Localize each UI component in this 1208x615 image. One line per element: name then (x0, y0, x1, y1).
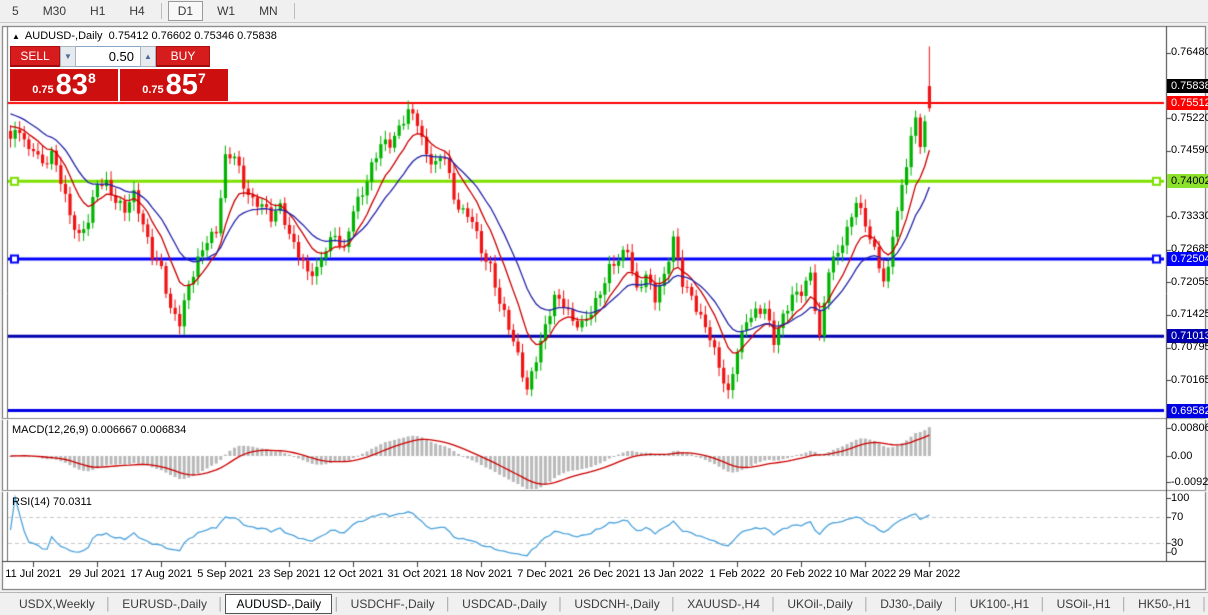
price-axis-label-0.72055: 0.72055 (1171, 276, 1207, 289)
chart-tab-dj30-daily[interactable]: DJ30-,Daily (871, 595, 951, 613)
date-axis-label: 17 Aug 2021 (130, 568, 192, 580)
chart-tab-xauusd-h4[interactable]: XAUUSD-,H4 (678, 595, 769, 613)
toolbar-separator (161, 3, 162, 19)
chart-tab-ukoil-daily[interactable]: UKOil-,Daily (778, 595, 861, 613)
price-axis-label-0.73330: 0.73330 (1171, 210, 1207, 223)
price-axis-label-0.75838: 0.75838 (1167, 79, 1208, 93)
date-axis-label: 7 Dec 2021 (517, 568, 573, 580)
timeframe-button-h4[interactable]: H4 (119, 1, 154, 21)
chart-tab-hk50-h1[interactable]: HK50-,H1 (1129, 595, 1200, 613)
date-axis-label: 23 Sep 2021 (258, 568, 320, 580)
collapse-triangle-icon[interactable]: ▲ (12, 32, 20, 41)
sell-quote-big-digits: 83 (56, 71, 88, 100)
tab-divider: │ (952, 597, 960, 611)
sell-quote-pip-digit: 8 (88, 70, 96, 86)
price-axis-label-0.76480: 0.76480 (1171, 46, 1207, 59)
date-axis-label: 13 Jan 2022 (643, 568, 704, 580)
rsi-axis-label-100: 100 (1171, 492, 1189, 504)
toolbar-separator (294, 3, 295, 19)
sell-quote[interactable]: 0.75 83 8 (10, 69, 118, 101)
volume-input[interactable] (76, 46, 140, 67)
rsi-axis-label-70: 70 (1171, 511, 1183, 523)
date-axis-label: 29 Jul 2021 (69, 568, 126, 580)
chart-tab-usdcad-daily[interactable]: USDCAD-,Daily (453, 595, 556, 613)
tab-divider: │ (1121, 597, 1129, 611)
chart-tab-audusd-daily[interactable]: AUDUSD-,Daily (225, 594, 332, 614)
timeframe-button-mn[interactable]: MN (249, 1, 288, 21)
tab-divider: │ (670, 597, 678, 611)
tab-divider: │ (1201, 597, 1208, 611)
macd-panel-title: MACD(12,26,9) 0.006667 0.006834 (12, 424, 186, 436)
timeframe-button-d1[interactable]: D1 (168, 1, 203, 21)
buy-quote[interactable]: 0.75 85 7 (120, 69, 228, 101)
sell-quote-prefix: 0.75 (32, 84, 53, 96)
date-axis-label: 18 Nov 2021 (450, 568, 512, 580)
price-axis-label-0.74590: 0.74590 (1171, 144, 1207, 157)
price-axis-label-0.70795: 0.70795 (1171, 341, 1207, 354)
timeframe-button-h1[interactable]: H1 (80, 1, 115, 21)
tab-divider: │ (557, 597, 565, 611)
buy-quote-pip-digit: 7 (198, 70, 206, 86)
date-axis-label: 20 Feb 2022 (770, 568, 832, 580)
price-axis-label-0.75512: 0.75512 (1167, 96, 1208, 110)
date-axis-label: 29 Mar 2022 (898, 568, 960, 580)
macd-axis-label--0.00928: -0.00928 (1171, 476, 1208, 488)
timeframe-button-m30[interactable]: M30 (33, 1, 76, 21)
price-axis-label-0.71425: 0.71425 (1171, 308, 1207, 321)
tab-divider: │ (333, 597, 341, 611)
chart-tab-usdchf-daily[interactable]: USDCHF-,Daily (342, 595, 444, 613)
tab-divider: │ (445, 597, 453, 611)
rsi-axis-label-0: 0 (1171, 546, 1177, 558)
date-axis-label: 1 Feb 2022 (710, 568, 766, 580)
tab-divider: │ (1039, 597, 1047, 611)
price-axis-label-0.70165: 0.70165 (1171, 374, 1207, 387)
date-axis-label: 26 Dec 2021 (578, 568, 640, 580)
chart-ohlc-values: 0.75412 0.76602 0.75346 0.75838 (109, 30, 277, 42)
rsi-panel-title: RSI(14) 70.0311 (12, 496, 92, 508)
volume-decrease-button[interactable]: ▼ (60, 46, 76, 67)
chart-tab-usdx-weekly[interactable]: USDX,Weekly (10, 595, 104, 613)
trading-terminal: 5M30H1H4 D1W1MN ▲ AUDUSD-,Daily 0.75412 0.… (0, 0, 1208, 615)
buy-quote-prefix: 0.75 (142, 84, 163, 96)
timeframe-toolbar: 5M30H1H4 D1W1MN (0, 0, 1208, 23)
tab-divider: │ (863, 597, 871, 611)
tab-divider: │ (770, 597, 778, 611)
one-click-trading-panel: SELL ▼ ▲ BUY 0.75 83 8 0.75 85 7 (10, 46, 228, 101)
chart-tab-usdcnh-daily[interactable]: USDCNH-,Daily (565, 595, 668, 613)
chart-tab-eurusd-daily[interactable]: EURUSD-,Daily (113, 595, 216, 613)
price-axis-label-0.74002: 0.74002 (1167, 174, 1208, 188)
buy-button[interactable]: BUY (156, 46, 210, 67)
macd-axis-label-0.008061: 0.008061 (1171, 422, 1208, 434)
chart-ohlc-header: ▲ AUDUSD-,Daily 0.75412 0.76602 0.75346 0… (12, 30, 277, 42)
timeframe-button-5[interactable]: 5 (2, 1, 29, 21)
price-axis-label-0.69582: 0.69582 (1167, 404, 1208, 418)
chart-tab-usoil-h1[interactable]: USOil-,H1 (1048, 595, 1120, 613)
timeframe-button-w1[interactable]: W1 (207, 1, 245, 21)
tab-divider: │ (217, 597, 225, 611)
date-axis-label: 11 Jul 2021 (5, 568, 61, 580)
chart-tab-uk100-h1[interactable]: UK100-,H1 (961, 595, 1038, 613)
date-axis-label: 12 Oct 2021 (323, 568, 383, 580)
price-axis-label-0.72504: 0.72504 (1167, 252, 1208, 266)
date-axis-label: 31 Oct 2021 (387, 568, 447, 580)
date-axis-label: 5 Sep 2021 (197, 568, 253, 580)
chart-tabbar: USDX,Weekly│EURUSD-,Daily│AUDUSD-,Daily│… (0, 592, 1208, 615)
buy-quote-big-digits: 85 (166, 71, 198, 100)
macd-axis-label-0.00: 0.00 (1171, 450, 1192, 462)
sell-button[interactable]: SELL (10, 46, 60, 67)
volume-increase-button[interactable]: ▲ (140, 46, 156, 67)
price-axis-label-0.75220: 0.75220 (1171, 112, 1207, 125)
tab-divider: │ (105, 597, 113, 611)
chart-symbol-label: AUDUSD-,Daily (25, 30, 103, 42)
date-axis-label: 10 Mar 2022 (834, 568, 896, 580)
